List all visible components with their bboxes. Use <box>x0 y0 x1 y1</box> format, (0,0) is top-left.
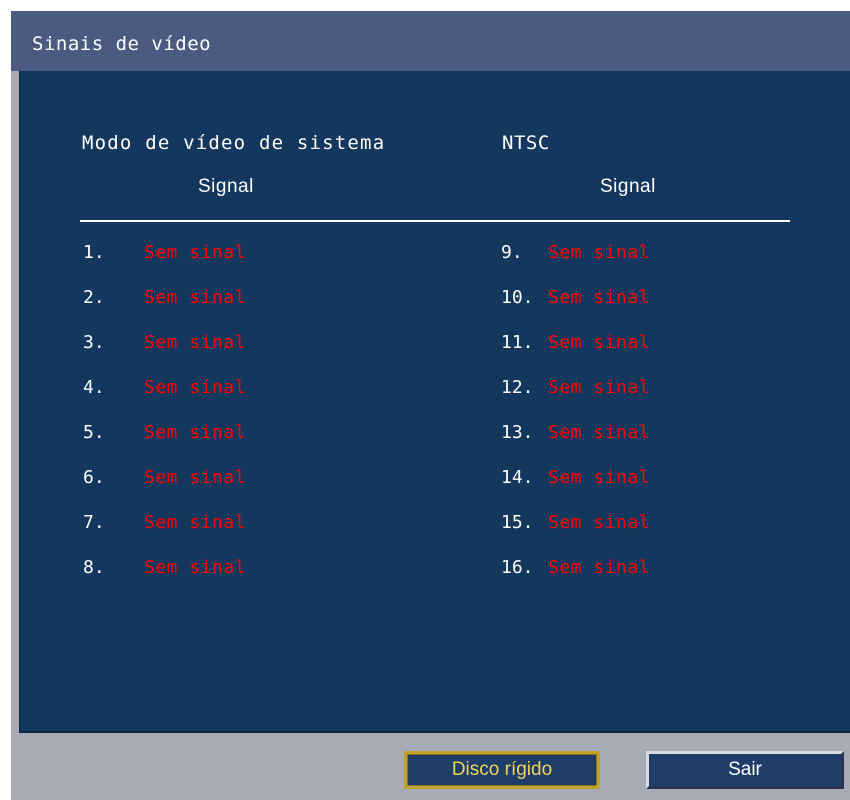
channel-number: 13. <box>501 422 534 443</box>
channel-status: Sem sinal <box>548 377 651 398</box>
channel-status: Sem sinal <box>548 332 651 353</box>
channel-status: Sem sinal <box>548 467 651 488</box>
system-video-mode-label: Modo de vídeo de sistema <box>82 132 386 154</box>
channel-number: 8. <box>83 557 105 578</box>
channel-number: 16. <box>501 557 534 578</box>
signals-panel: Modo de vídeo de sistema NTSC Signal Sig… <box>19 71 850 733</box>
window-title: Sinais de vídeo <box>32 33 212 55</box>
exit-button[interactable]: Sair <box>646 751 844 789</box>
channel-number: 2. <box>83 287 105 308</box>
channel-number: 15. <box>501 512 534 533</box>
channel-number: 11. <box>501 332 534 353</box>
channel-status: Sem sinal <box>548 557 651 578</box>
channel-status: Sem sinal <box>144 332 247 353</box>
channel-status: Sem sinal <box>548 512 651 533</box>
system-video-mode-value: NTSC <box>502 132 550 154</box>
channel-status: Sem sinal <box>144 287 247 308</box>
channel-number: 9. <box>501 242 523 263</box>
channel-status: Sem sinal <box>144 512 247 533</box>
channel-number: 1. <box>83 242 105 263</box>
channel-number: 14. <box>501 467 534 488</box>
channel-status: Sem sinal <box>548 422 651 443</box>
channel-number: 6. <box>83 467 105 488</box>
channel-number: 4. <box>83 377 105 398</box>
channel-status: Sem sinal <box>144 242 247 263</box>
channel-number: 12. <box>501 377 534 398</box>
hard-disk-button[interactable]: Disco rígido <box>404 751 600 789</box>
channel-number: 3. <box>83 332 105 353</box>
channel-status: Sem sinal <box>144 557 247 578</box>
channel-status: Sem sinal <box>144 377 247 398</box>
channel-status: Sem sinal <box>144 422 247 443</box>
signal-column-heading-right: Signal <box>600 176 656 197</box>
channel-status: Sem sinal <box>144 467 247 488</box>
channel-number: 7. <box>83 512 105 533</box>
channel-number: 5. <box>83 422 105 443</box>
signal-column-heading-left: Signal <box>198 176 254 197</box>
title-bar: Sinais de vídeo <box>11 11 850 71</box>
header-divider <box>80 220 790 222</box>
channel-number: 10. <box>501 287 534 308</box>
channel-status: Sem sinal <box>548 242 651 263</box>
video-signals-window: Sinais de vídeo Modo de vídeo de sistema… <box>11 11 850 800</box>
channel-status: Sem sinal <box>548 287 651 308</box>
